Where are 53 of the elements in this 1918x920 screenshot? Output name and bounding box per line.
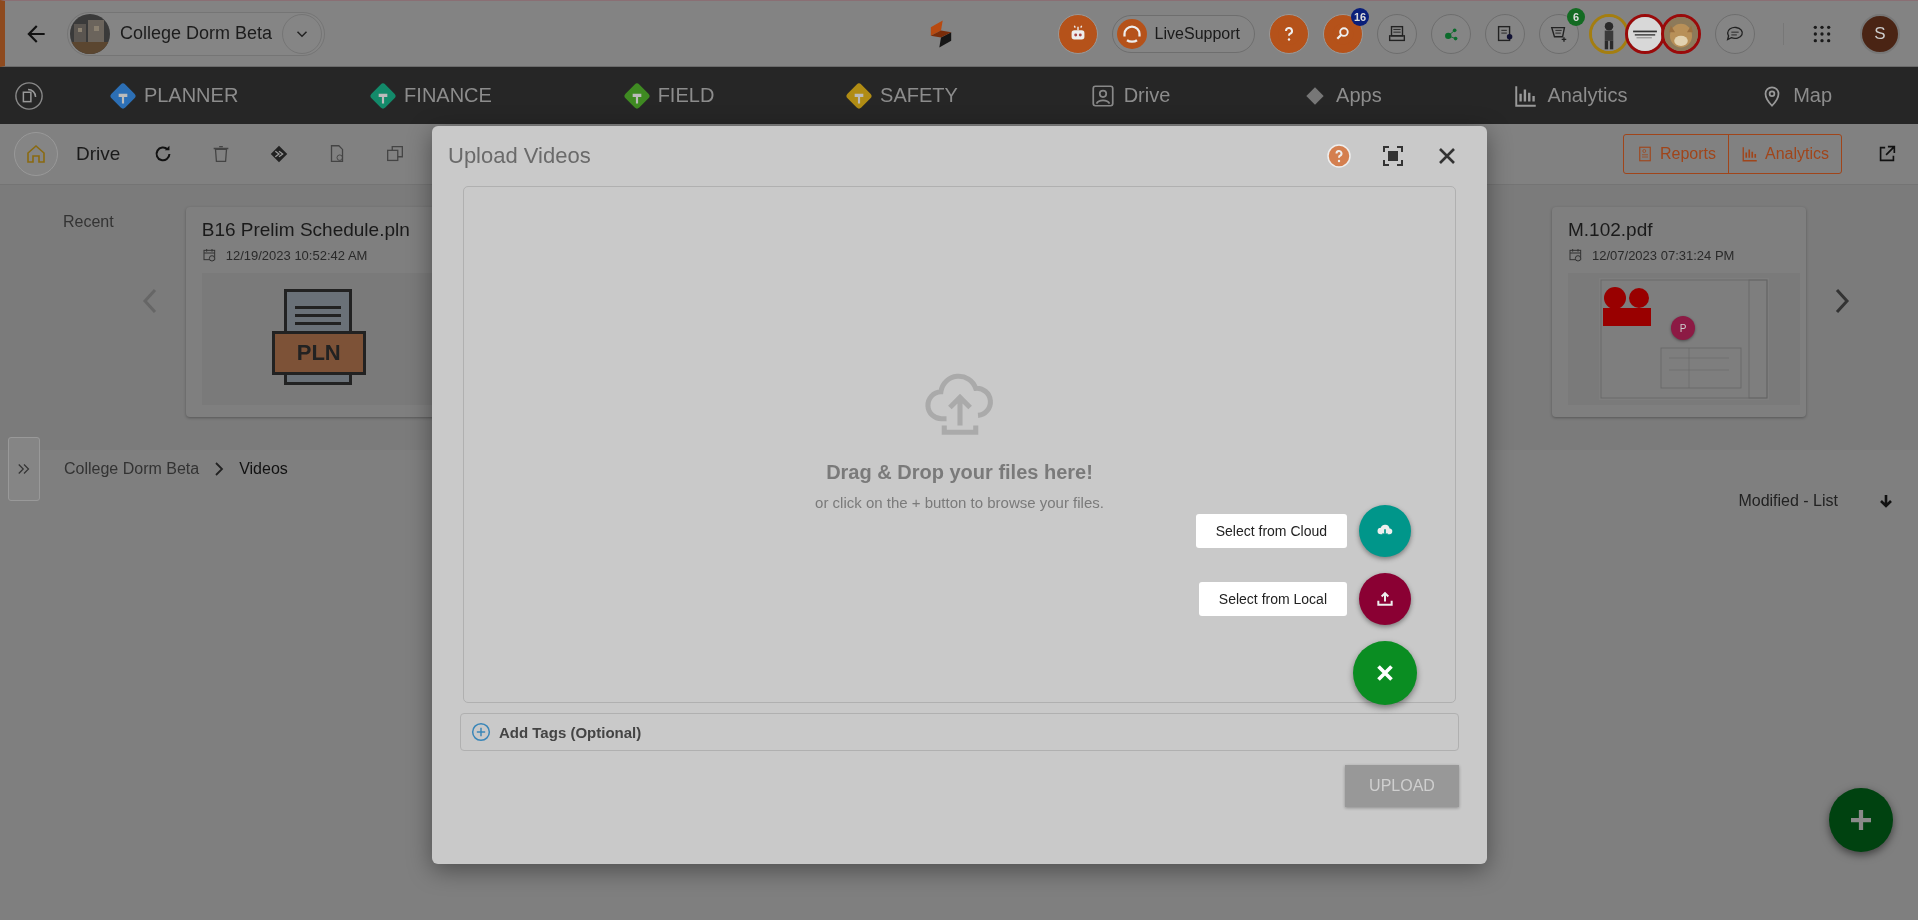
module-tab[interactable]: FINANCE (370, 82, 492, 109)
add-tags-label: Add Tags (Optional) (499, 723, 642, 741)
cart-icon[interactable] (1539, 13, 1579, 54)
module-tab[interactable]: Drive (1089, 82, 1171, 109)
home-icon (24, 142, 48, 166)
drive-icon (1089, 82, 1116, 109)
file-card[interactable]: M.102.pdf 12/07/2023 07:31:24 PM P (1552, 207, 1806, 417)
file-name: B16 Prelim Schedule.pln (201, 219, 411, 241)
help-icon[interactable] (1269, 13, 1309, 54)
calendar-clock-icon (201, 247, 218, 263)
drop-zone[interactable]: Drag & Drop your files here! or click on the + button to browse your files. Select from Cloud Select from Local (463, 186, 1456, 703)
close-menu-button[interactable] (1353, 641, 1417, 705)
printer-icon[interactable] (1377, 13, 1417, 54)
breadcrumb-link[interactable]: College Dorm Beta (64, 460, 200, 478)
drop-hint: or click on the + button to browse your files. (815, 494, 1104, 511)
calendar-clock-icon (1568, 247, 1584, 263)
action-label[interactable]: Select from Local (1198, 582, 1347, 616)
project-selector[interactable]: College Dorm Beta (67, 11, 326, 56)
upload-icon (1375, 589, 1395, 609)
bar-chart-icon (1740, 145, 1759, 163)
modified-date: 12/19/2023 10:52:42 AM (225, 247, 368, 263)
headset-icon (1116, 18, 1147, 49)
live-support-button[interactable]: LiveSupport (1111, 14, 1255, 53)
document-user-icon[interactable] (1485, 13, 1525, 54)
recent-label: Recent (63, 213, 114, 231)
add-button[interactable] (1829, 788, 1893, 852)
module-tab[interactable]: Apps (1302, 82, 1382, 109)
cloud-download-button[interactable] (1359, 505, 1411, 557)
page-title: Drive (76, 143, 121, 165)
notification-badge: 16 (1351, 7, 1369, 26)
add-tags-row[interactable]: Add Tags (Optional) (460, 713, 1459, 751)
fullscreen-icon[interactable] (1381, 144, 1405, 168)
chat-icon[interactable] (1715, 13, 1755, 54)
user-avatar[interactable]: S (1860, 13, 1900, 54)
upload-tray-button[interactable] (1359, 573, 1411, 625)
action-label[interactable]: Select from Cloud (1195, 514, 1347, 548)
dialog-title: Upload Videos (448, 143, 591, 169)
module-tab[interactable]: FIELD (623, 82, 715, 109)
add-circle-icon (471, 722, 491, 742)
drop-title: Drag & Drop your files here! (826, 461, 1093, 484)
apps-grid-icon[interactable] (1812, 23, 1832, 44)
modified-date: 12/07/2023 07:31:24 PM (1592, 247, 1735, 263)
breadcrumb-link[interactable]: Videos (239, 460, 288, 478)
module-tab[interactable]: Map (1759, 82, 1833, 109)
module-tab[interactable]: Analytics (1513, 82, 1628, 109)
module-tab[interactable]: SAFETY (846, 82, 958, 109)
module-tab[interactable]: PLANNER (109, 82, 239, 109)
rotate-icon[interactable] (14, 80, 44, 111)
cart-badge: 6 (1567, 7, 1585, 26)
sort-label[interactable]: Modified - List (1738, 492, 1838, 510)
chevron-right-icon (213, 461, 226, 477)
sort-down-arrow-icon[interactable] (1878, 493, 1894, 509)
file-name: M.102.pdf (1568, 219, 1654, 241)
